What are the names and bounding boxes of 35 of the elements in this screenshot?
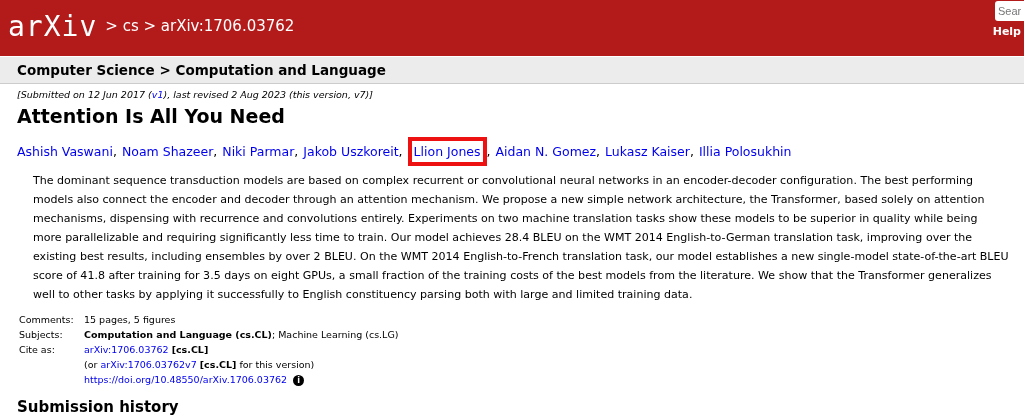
comma: , [294,144,299,159]
comma: , [596,144,601,159]
section-heading: Submission history [17,398,180,415]
comma: , [213,144,218,159]
submission-date: [Submitted on 12 Jun 2017 (v1), last revised 2 Aug 2023 (this version, v7)] [17,89,374,100]
citation: arXiv:1706.03762 [cs.CL] [84,344,210,355]
author-link[interactable]: Ashish Vaswani [17,137,113,166]
search-field[interactable]: Sear [995,1,1024,21]
comments-value: 15 pages, 5 figures [84,314,177,325]
subjects-value: Computation and Language (cs.CL); Machine Learning (cs.LG) [84,329,400,340]
category-breadcrumb: Computer Science > Computation and Language [17,62,386,78]
paper-title: Attention Is All You Need [17,105,286,127]
arxiv-version-link[interactable]: arXiv:1706.03762v7 [100,359,197,370]
logo[interactable]: arXiv [8,10,98,43]
doi-link[interactable]: https://doi.org/10.48550/arXiv.1706.03762 [84,374,288,385]
field-label: Comments: [19,314,75,325]
arxiv-id-link[interactable]: arXiv:1706.03762 [84,344,169,355]
comma: , [112,144,117,159]
help-link[interactable]: Help [992,25,1021,38]
author-link[interactable]: Llion Jones [407,137,487,166]
comma: , [398,144,403,159]
comma: , [486,144,491,159]
abstract: The dominant sequence transduction models are based on complex recurrent or convolutional neural networks in an encoder-decoder configuration. The best performing models also connect the encoder and decoder through an attention mechanism. We propose a new simple network architecture, the Transformer, based solely on attention mechanisms, dispensing with recurrence and convolutions entirely. Experiments on two machine translation tasks show these models to be superior in quality while being more parallelizable and requiring significantly less time to train. Our model achieves 28.4 BLEU on the WMT 2014 English-to-German translation task, improving over the existing best results, including ensembles by over 2 BLEU. On the WMT 2014 English-to-French translation task, our model establishes a new single-model state-of-the-art BLEU score of 41.8 after training for 3.5 days on eight GPUs, a small fraction of the training costs of the best models from the literature. We show that the Transformer generalizes well to other tasks by applying it successfully to English constituency parsing both with large and limited training data. [33,173,1009,303]
author-link[interactable]: Lukasz Kaiser [605,137,690,166]
field-label: Subjects: [19,329,64,340]
author-link[interactable]: Noam Shazeer [121,137,214,166]
version-citation: (or arXiv:1706.03762v7 [cs.CL] for this version) [84,359,316,370]
author-link[interactable]: Illia Polosukhin [698,137,792,166]
info-icon[interactable]: i [293,375,305,386]
version-link[interactable]: v1 [151,89,164,100]
breadcrumb: > cs > arXiv:1706.03762 [105,17,295,35]
author-link[interactable]: Jakob Uszkoreit [303,137,399,166]
comma: , [689,144,694,159]
field-label: Cite as: [19,344,56,355]
author-link[interactable]: Niki Parmar [222,137,295,166]
